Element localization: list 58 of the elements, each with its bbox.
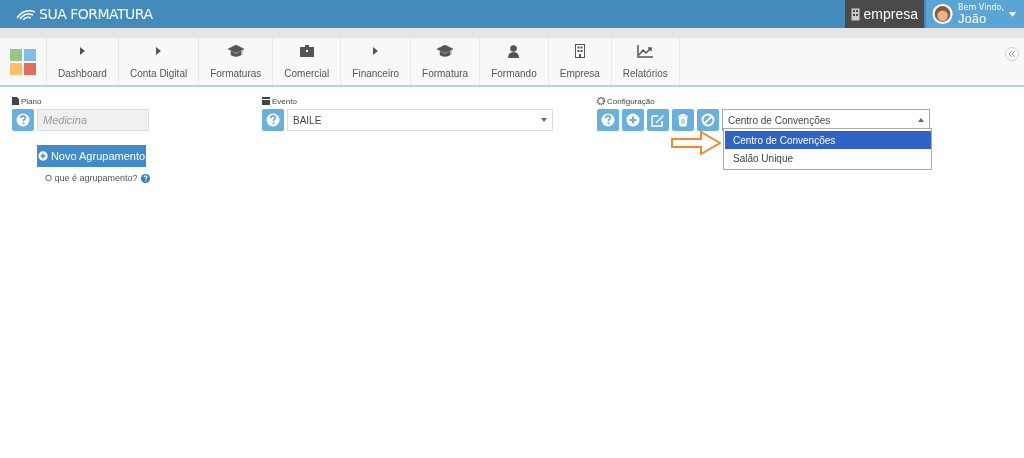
edit-icon xyxy=(651,113,665,127)
caret-down-icon xyxy=(541,118,547,122)
help-icon xyxy=(601,113,615,127)
add-icon xyxy=(37,151,48,161)
company-button[interactable]: empresa xyxy=(844,0,924,28)
new-group-button[interactable]: Novo Agrupamento xyxy=(37,145,146,167)
help-button[interactable] xyxy=(597,109,619,131)
graduation-cap-icon xyxy=(227,45,244,57)
event-select[interactable]: BAILE xyxy=(287,109,553,131)
help-icon xyxy=(266,113,280,127)
nav-item[interactable]: Comercial xyxy=(272,38,341,85)
calendar-icon xyxy=(262,97,270,105)
trash-icon xyxy=(676,113,690,127)
help-button[interactable] xyxy=(262,109,284,131)
gear-icon xyxy=(597,97,605,105)
building-icon xyxy=(574,44,585,58)
dropdown-option[interactable]: Centro de Convenções xyxy=(725,131,931,149)
arrow-drawing xyxy=(671,131,721,155)
nav-item[interactable]: Financeiro xyxy=(340,38,411,85)
building-icon xyxy=(850,7,860,21)
caret-down-icon xyxy=(1008,11,1016,17)
nav-item[interactable]: Formando xyxy=(479,38,548,85)
logo-text: SUA FORMATURA xyxy=(39,6,153,22)
graduation-cap-icon xyxy=(437,45,454,57)
delete-button[interactable] xyxy=(672,109,694,131)
briefcase-icon xyxy=(299,45,314,57)
nav-item[interactable]: Dashboard xyxy=(46,38,118,85)
field-label: Plano xyxy=(21,96,42,106)
field-label: Evento xyxy=(272,96,297,106)
help-button[interactable] xyxy=(12,109,34,131)
caret-icon xyxy=(156,47,162,55)
caret-up-icon xyxy=(918,118,924,122)
block-button[interactable] xyxy=(697,109,719,131)
add-button[interactable] xyxy=(622,109,644,131)
line-chart-icon xyxy=(637,44,654,58)
block-icon xyxy=(701,113,715,127)
collapse-icon[interactable] xyxy=(1005,47,1019,61)
edit-button[interactable] xyxy=(647,109,669,131)
logo-icon xyxy=(16,8,36,20)
nav-item[interactable]: Formatura xyxy=(410,38,480,85)
user-name: João xyxy=(958,11,987,25)
apps-icon[interactable] xyxy=(10,48,36,75)
help-icon[interactable] xyxy=(140,173,150,183)
nav-item[interactable]: Formaturas xyxy=(198,38,273,85)
file-icon xyxy=(12,97,19,105)
nav-item[interactable]: Relatórios xyxy=(610,38,680,85)
plus-icon xyxy=(626,113,640,127)
user-icon xyxy=(508,44,520,58)
caret-icon xyxy=(79,47,85,55)
caret-icon xyxy=(373,47,379,55)
greeting-text: Bem Vindo, xyxy=(958,3,1004,12)
nav-item[interactable]: Conta Digital xyxy=(117,38,199,85)
avatar-icon xyxy=(932,2,954,26)
dropdown-option[interactable]: Salão Unique xyxy=(725,149,931,167)
field-label: Configuração xyxy=(607,96,655,106)
help-link[interactable]: O que é agrupamento? xyxy=(45,173,138,183)
nav-item[interactable]: Empresa xyxy=(547,38,611,85)
help-icon xyxy=(16,113,30,127)
